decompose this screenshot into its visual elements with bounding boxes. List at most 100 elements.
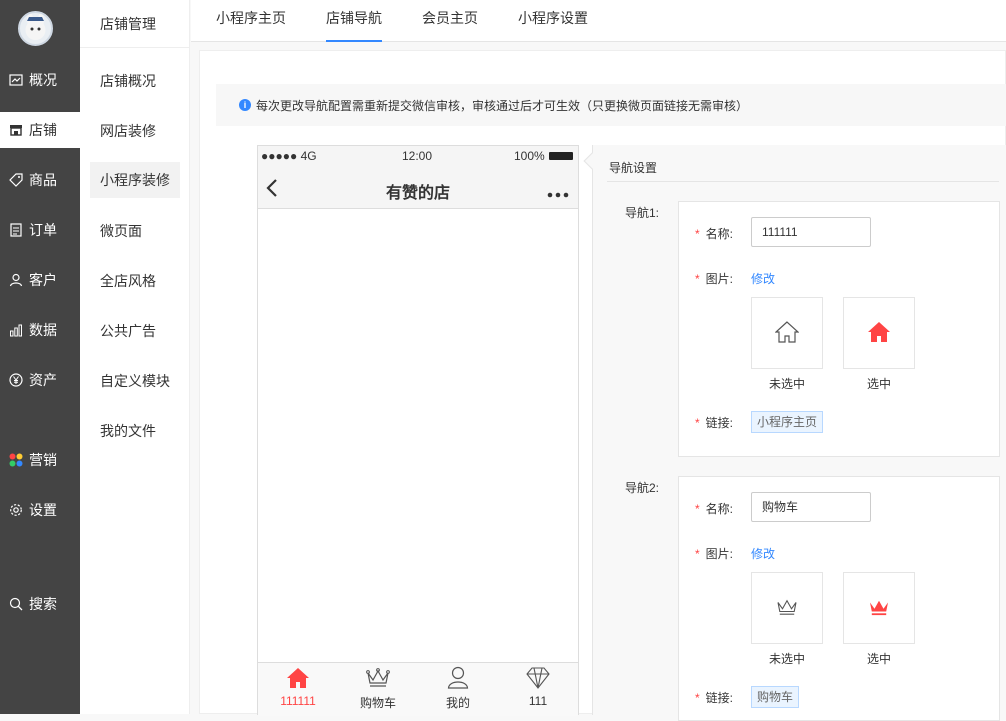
sidebar-item-label: 商品: [29, 172, 57, 188]
sidebar-item-label: 搜索: [29, 596, 57, 612]
nav-label: 导航1:: [625, 206, 660, 220]
sidebar-item-goods[interactable]: 商品: [0, 162, 80, 198]
notice-text: 每次更改导航配置需重新提交微信审核，审核通过后才可生效（只更换微页面链接无需审核…: [256, 98, 749, 113]
subnav-item-store-style[interactable]: 全店风格: [100, 271, 156, 291]
phone-tab-mine[interactable]: 我的: [418, 663, 498, 717]
tab-miniprogram-settings[interactable]: 小程序设置: [518, 8, 588, 28]
sidebar-item-label: 数据: [29, 322, 57, 338]
sidebar-item-customers[interactable]: 客户: [0, 262, 80, 298]
sidebar-item-label: 资产: [29, 372, 57, 388]
main-sidebar: 概况 店铺 商品 订单 客户 数据 资产 营销 设置 搜索: [0, 0, 80, 714]
navigation-settings-panel: 导航设置 导航1: * 名称: 111111 * 图片: 修改 未选中 选中 * 链接…: [583, 145, 1006, 721]
modify-image-link[interactable]: 修改: [751, 545, 775, 562]
sidebar-item-label: 营销: [29, 452, 57, 468]
notice-bar: i 每次更改导航配置需重新提交微信审核，审核通过后才可生效（只更换微页面链接无需…: [216, 84, 1006, 126]
bar-chart-icon: [9, 323, 23, 337]
subnav-item-my-files[interactable]: 我的文件: [100, 421, 156, 441]
phone-tab-home[interactable]: 111111: [258, 663, 338, 717]
sidebar-item-settings[interactable]: 设置: [0, 492, 80, 528]
unselected-image-box[interactable]: [751, 572, 823, 644]
nav-card-2: * 名称: 购物车 * 图片: 修改 未选中 选中 * 链接: 购物车: [678, 476, 1000, 721]
selected-caption: 选中: [866, 652, 891, 666]
diamond-icon: [526, 667, 550, 692]
time-text: 12:00: [402, 149, 433, 163]
avatar[interactable]: [18, 11, 53, 46]
phone-title-bar: 有赞的店: [258, 166, 578, 209]
image-label: * 图片:: [695, 547, 734, 561]
phone-title: 有赞的店: [385, 185, 450, 202]
phone-tab-cart[interactable]: 购物车: [338, 663, 418, 717]
subnav-item-custom-module[interactable]: 自定义模块: [100, 371, 170, 391]
yen-icon: [9, 373, 23, 387]
more-icon[interactable]: [547, 186, 569, 201]
tab-store-navigation[interactable]: 店铺导航: [326, 8, 382, 42]
phone-tab-111[interactable]: 111: [498, 663, 578, 717]
tab-member-home[interactable]: 会员主页: [422, 8, 478, 28]
unselected-caption: 未选中: [768, 652, 805, 666]
crown-outline-icon: [776, 598, 798, 619]
search-icon: [9, 597, 23, 611]
sidebar-item-store[interactable]: 店铺: [0, 112, 80, 148]
battery-icon: [549, 152, 573, 160]
sidebar-item-search[interactable]: 搜索: [0, 586, 80, 622]
phone-preview: ●●●●● 4G 12:00 100% 有赞的店 111111 购物车 我的 1…: [257, 145, 579, 717]
subnav-item-store-overview[interactable]: 店铺概况: [100, 71, 156, 91]
subnav-item-public-ads[interactable]: 公共广告: [100, 321, 156, 341]
phone-tab-label: 购物车: [359, 696, 396, 710]
selected-image-box[interactable]: [843, 572, 915, 644]
main-content: i 每次更改导航配置需重新提交微信审核，审核通过后才可生效（只更换微页面链接无需…: [199, 50, 1006, 721]
store-icon: [9, 123, 23, 137]
link-tag[interactable]: 购物车: [751, 686, 800, 708]
unselected-image-box[interactable]: [751, 297, 823, 369]
subnav-item-micro-page[interactable]: 微页面: [100, 221, 142, 241]
name-input[interactable]: 111111: [751, 217, 871, 247]
nav-card-1: * 名称: 111111 * 图片: 修改 未选中 选中 * 链接: 小程序主页: [678, 201, 1000, 457]
sidebar-item-label: 概况: [29, 72, 57, 88]
panel-arrow: [583, 152, 601, 170]
link-tag[interactable]: 小程序主页: [751, 411, 824, 433]
sidebar-item-orders[interactable]: 订单: [0, 212, 80, 248]
subnav-item-shop-decoration[interactable]: 网店装修: [100, 121, 156, 141]
home-outline-icon: [774, 320, 800, 346]
settings-title: 导航设置: [609, 161, 658, 175]
signal-text: ●●●●● 4G: [261, 149, 317, 163]
sidebar-item-label: 店铺: [29, 122, 57, 138]
sidebar-item-label: 订单: [29, 222, 57, 238]
link-label: * 链接:: [695, 416, 734, 430]
divider: [607, 181, 999, 182]
selected-caption: 选中: [866, 377, 891, 391]
user-icon: [447, 666, 469, 693]
name-label: * 名称:: [695, 227, 734, 241]
image-label: * 图片:: [695, 272, 734, 286]
selected-image-box[interactable]: [843, 297, 915, 369]
name-input[interactable]: 购物车: [751, 492, 871, 522]
sidebar-item-overview[interactable]: 概况: [0, 62, 80, 98]
phone-tab-label: 111111: [280, 694, 316, 708]
name-label: * 名称:: [695, 502, 734, 516]
sidebar-item-assets[interactable]: 资产: [0, 362, 80, 398]
crown-icon: [366, 668, 390, 691]
top-tabs: 小程序主页 店铺导航 会员主页 小程序设置: [191, 0, 1006, 42]
nav-label: 导航2:: [625, 481, 660, 495]
link-label: * 链接:: [695, 691, 734, 705]
sidebar-item-data[interactable]: 数据: [0, 312, 80, 348]
phone-status-bar: ●●●●● 4G 12:00 100%: [258, 146, 578, 166]
sidebar-item-label: 设置: [29, 502, 57, 518]
gear-icon: [9, 503, 23, 517]
user-icon: [9, 273, 23, 287]
subnav-item-miniprogram-decoration[interactable]: 小程序装修: [90, 162, 180, 198]
home-icon: [286, 667, 310, 692]
subnav-title: 店铺管理: [80, 0, 190, 48]
tab-miniprogram-home[interactable]: 小程序主页: [216, 8, 286, 28]
sidebar-item-marketing[interactable]: 营销: [0, 442, 80, 478]
marketing-icon: [9, 453, 23, 467]
unselected-caption: 未选中: [768, 377, 805, 391]
phone-tab-label: 我的: [445, 696, 470, 710]
modify-image-link[interactable]: 修改: [751, 270, 775, 287]
tag-icon: [9, 173, 23, 187]
crown-filled-icon: [868, 598, 890, 619]
battery-text: 100%: [514, 149, 545, 163]
dashboard-icon: [9, 73, 23, 87]
info-icon: i: [239, 99, 251, 111]
sidebar-item-label: 客户: [29, 272, 57, 288]
